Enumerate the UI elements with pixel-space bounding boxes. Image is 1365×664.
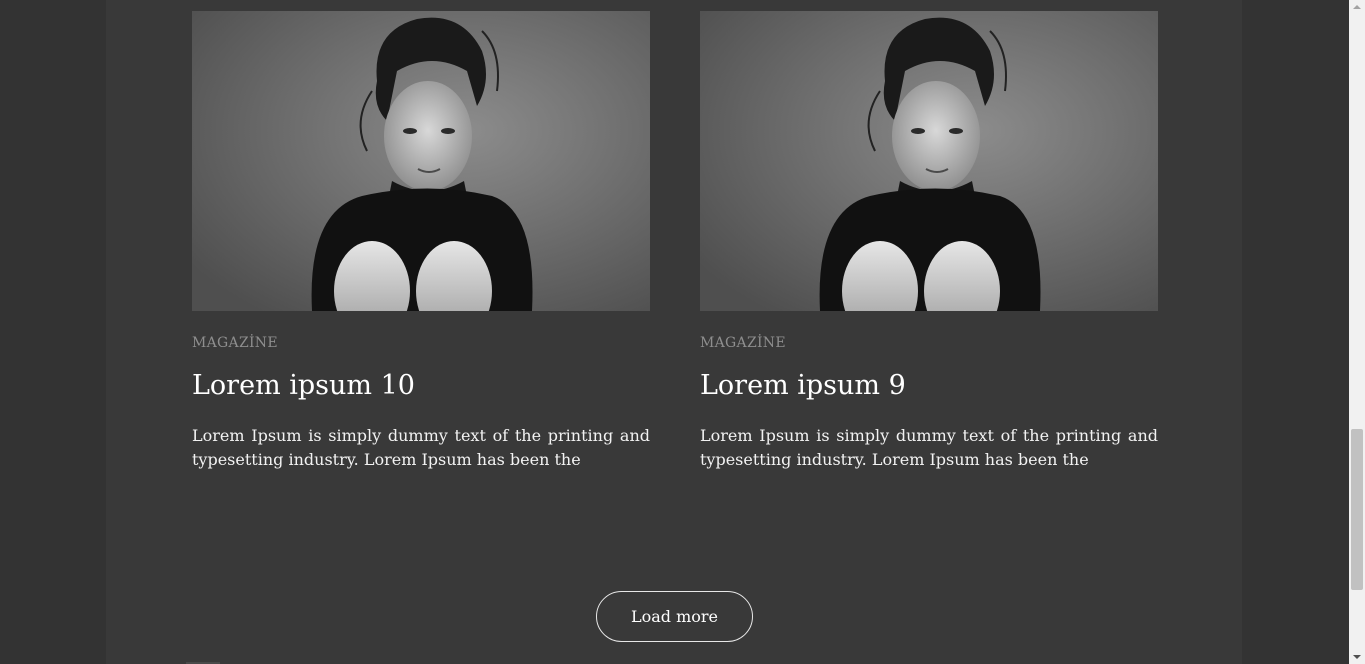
- article-card[interactable]: MAGAZİNE Lorem ipsum 9 Lorem Ipsum is si…: [700, 11, 1158, 472]
- vertical-scrollbar[interactable]: [1349, 0, 1365, 664]
- article-title[interactable]: Lorem ipsum 10: [192, 369, 650, 403]
- portrait-photo: [700, 11, 1158, 311]
- load-more-button[interactable]: Load more: [596, 591, 753, 642]
- article-category[interactable]: MAGAZİNE: [192, 335, 650, 352]
- scroll-up-icon[interactable]: [1353, 5, 1361, 9]
- article-image[interactable]: [192, 11, 650, 311]
- article-category[interactable]: MAGAZİNE: [700, 335, 1158, 352]
- article-image[interactable]: [700, 11, 1158, 311]
- scroll-thumb[interactable]: [1351, 429, 1363, 590]
- portrait-photo: [192, 11, 650, 311]
- article-excerpt: Lorem Ipsum is simply dummy text of the …: [700, 426, 1158, 469]
- article-card[interactable]: MAGAZİNE Lorem ipsum 10 Lorem Ipsum is s…: [192, 11, 650, 472]
- page: MAGAZİNE Lorem ipsum 10 Lorem Ipsum is s…: [0, 0, 1349, 664]
- article-excerpt: Lorem Ipsum is simply dummy text of the …: [192, 426, 650, 469]
- article-title[interactable]: Lorem ipsum 9: [700, 369, 1158, 403]
- scroll-down-icon[interactable]: [1353, 655, 1361, 659]
